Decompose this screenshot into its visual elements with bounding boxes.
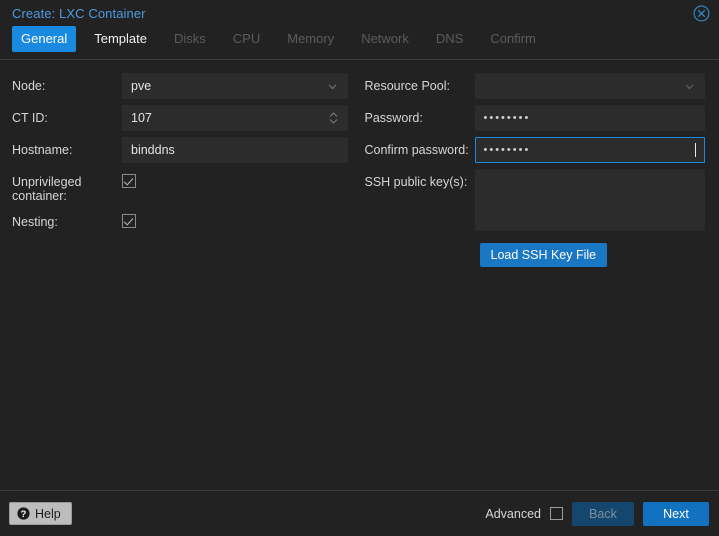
tab-general[interactable]: General xyxy=(12,26,77,52)
password-value: •••••••• xyxy=(483,112,531,124)
tab-template[interactable]: Template xyxy=(85,26,156,52)
field-password: Password: •••••••• xyxy=(364,105,705,131)
node-select[interactable]: pve xyxy=(122,73,348,99)
text-caret xyxy=(695,143,696,157)
confirm-password-value: •••••••• xyxy=(483,144,531,156)
password-input[interactable]: •••••••• xyxy=(474,105,705,131)
next-button[interactable]: Next xyxy=(643,501,709,526)
resource-pool-label: Resource Pool: xyxy=(364,79,450,93)
load-ssh-key-row: Load SSH Key File xyxy=(365,237,706,267)
field-ctid: CT ID: 107 xyxy=(12,105,348,131)
advanced-checkbox[interactable] xyxy=(550,507,563,520)
tab-dns: DNS xyxy=(435,31,464,46)
help-button[interactable]: ? Help xyxy=(9,502,72,525)
dialog-title: Create: LXC Container xyxy=(12,5,146,21)
tab-network: Network xyxy=(361,31,409,46)
nesting-label: Nesting: xyxy=(12,215,58,229)
unprivileged-container-label: Unprivileged container: xyxy=(12,175,82,203)
form-column-right: Resource Pool: Password: •••••••• Confir… xyxy=(360,73,719,490)
field-nesting: Nesting: xyxy=(12,209,348,233)
ctid-value: 107 xyxy=(131,111,152,125)
ssh-public-keys-textarea[interactable] xyxy=(474,169,705,231)
chevron-down-icon xyxy=(326,80,339,93)
form-column-left: Node: pve CT ID: 107 Hostname: binddns U… xyxy=(0,73,360,490)
field-confirm-password: Confirm password: •••••••• xyxy=(364,137,705,163)
ssh-public-keys-label: SSH public key(s): xyxy=(364,175,468,189)
nesting-checkbox[interactable] xyxy=(122,214,136,228)
create-lxc-container-dialog: Create: LXC Container General Template D… xyxy=(0,0,719,536)
resource-pool-select[interactable] xyxy=(474,73,705,99)
tab-memory: Memory xyxy=(287,31,335,46)
advanced-label: Advanced xyxy=(485,506,541,521)
wizard-tabbar: General Template Disks CPU Memory Networ… xyxy=(0,26,719,60)
password-label: Password: xyxy=(364,111,423,125)
footer-actions: Advanced Back Next xyxy=(485,501,709,526)
tab-cpu: CPU xyxy=(232,31,261,46)
dialog-footer: ? Help Advanced Back Next xyxy=(0,490,719,536)
hostname-value: binddns xyxy=(131,143,175,157)
unprivileged-container-checkbox[interactable] xyxy=(122,174,136,188)
ctid-input[interactable]: 107 xyxy=(122,105,348,131)
field-node: Node: pve xyxy=(12,73,348,99)
tab-confirm: Confirm xyxy=(490,31,536,46)
svg-text:?: ? xyxy=(21,509,27,519)
tab-disks: Disks xyxy=(174,31,206,46)
node-label: Node: xyxy=(12,79,46,93)
confirm-password-input[interactable]: •••••••• xyxy=(474,137,705,163)
field-unprivileged-container: Unprivileged container: xyxy=(12,169,348,203)
number-spinner-icon[interactable] xyxy=(328,110,339,126)
load-ssh-key-file-button[interactable]: Load SSH Key File xyxy=(479,243,608,267)
dialog-titlebar: Create: LXC Container xyxy=(0,0,719,26)
question-circle-icon: ? xyxy=(17,507,30,520)
field-hostname: Hostname: binddns xyxy=(12,137,348,163)
confirm-password-label: Confirm password: xyxy=(364,143,469,157)
back-button: Back xyxy=(572,501,634,526)
hostname-label: Hostname: xyxy=(12,143,73,157)
help-button-label: Help xyxy=(35,506,61,521)
dialog-body: Node: pve CT ID: 107 Hostname: binddns U… xyxy=(0,60,719,490)
close-circle-icon[interactable] xyxy=(693,5,710,22)
ctid-label: CT ID: xyxy=(12,111,48,125)
chevron-down-icon xyxy=(683,80,696,93)
field-resource-pool: Resource Pool: xyxy=(364,73,705,99)
hostname-input[interactable]: binddns xyxy=(122,137,348,163)
node-value: pve xyxy=(131,79,152,93)
field-ssh-public-keys: SSH public key(s): xyxy=(364,169,705,231)
